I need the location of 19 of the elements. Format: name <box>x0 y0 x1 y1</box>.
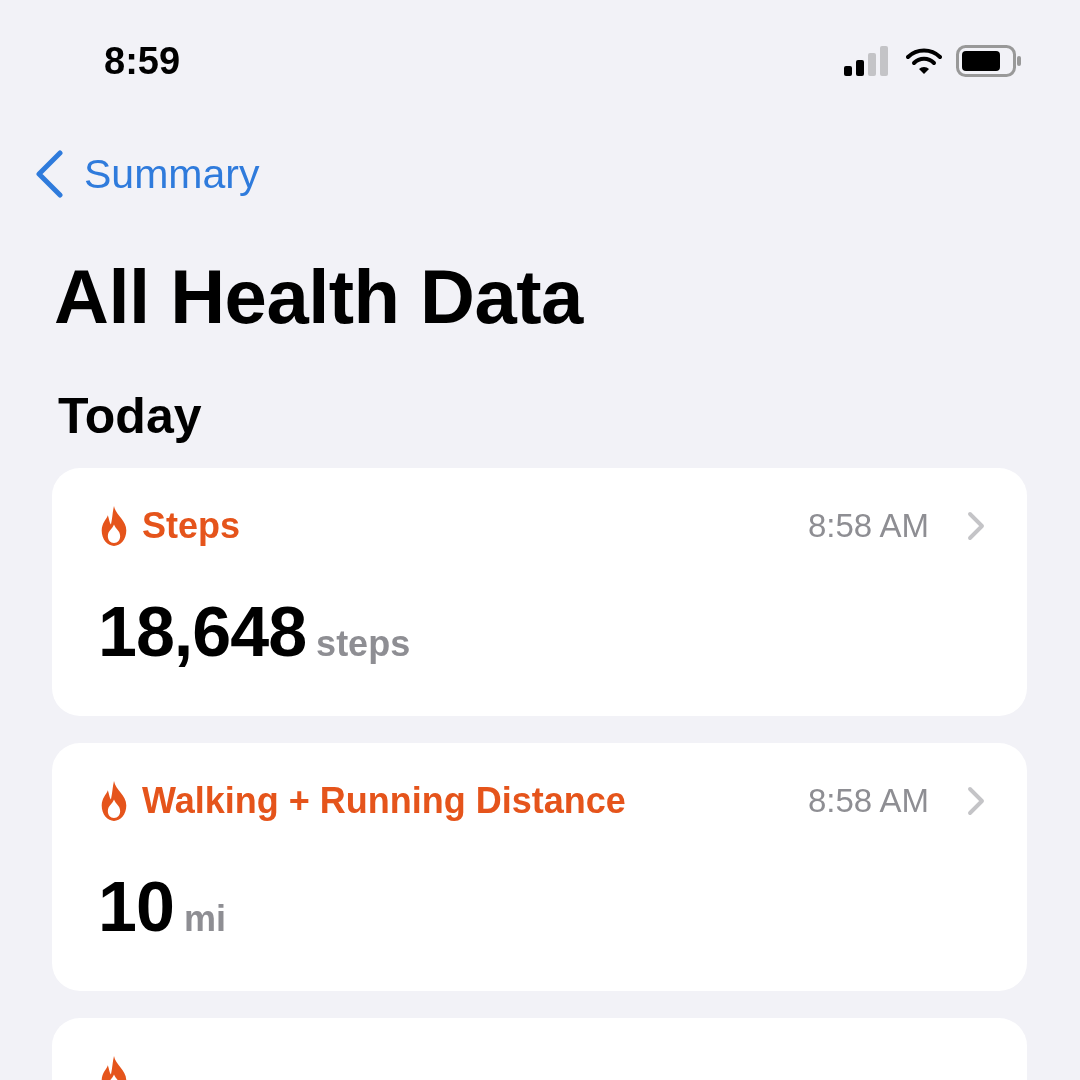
back-chevron-icon <box>34 150 64 198</box>
metric-title: Walking + Running Distance <box>142 780 627 822</box>
metric-time: 8:58 AM <box>807 782 929 820</box>
metric-value: 18,648 <box>98 592 307 672</box>
wifi-icon <box>906 47 942 75</box>
page-title: All Health Data <box>54 253 585 341</box>
metric-unit: mi <box>183 898 226 940</box>
back-button[interactable]: Summary <box>34 150 260 198</box>
metric-time: 8:58 AM <box>807 507 929 545</box>
chevron-right-icon <box>967 511 985 541</box>
metric-unit: steps <box>316 623 411 665</box>
metric-card[interactable]: Walking + Running Distance 8:58 AM 10 mi <box>52 743 1027 991</box>
metric-value: 10 <box>98 867 174 947</box>
battery-icon <box>956 45 1022 77</box>
status-time: 8:59 <box>104 39 181 83</box>
section-heading: Today <box>58 387 203 446</box>
chevron-right-icon <box>967 786 985 816</box>
metric-title: Steps <box>142 505 242 547</box>
metric-card[interactable]: Steps 8:58 AM 18,648 steps <box>52 468 1027 716</box>
